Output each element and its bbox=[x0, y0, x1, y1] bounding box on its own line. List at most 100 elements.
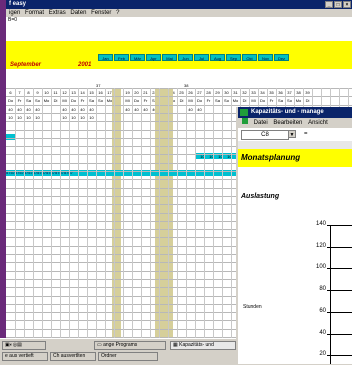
grid-line bbox=[87, 88, 88, 338]
y-tick-line bbox=[327, 225, 352, 226]
grid-line bbox=[42, 88, 43, 338]
menu-item-data[interactable]: Daten bbox=[70, 10, 86, 16]
y-tick-line bbox=[327, 355, 352, 357]
taskbar-item-1[interactable]: e aus vertieft bbox=[2, 352, 48, 361]
month-button-jun[interactable]: Jun bbox=[178, 54, 193, 61]
weekday-cell: Mi bbox=[62, 98, 67, 103]
y-tick-line bbox=[327, 333, 352, 335]
value-cell: 10 bbox=[62, 115, 67, 120]
month-button-feb[interactable]: Feb bbox=[114, 54, 129, 61]
month-button-aug[interactable]: Aug bbox=[210, 54, 225, 61]
menu-item-file[interactable]: Datei bbox=[254, 120, 268, 126]
grid-line bbox=[186, 88, 187, 338]
day-number-cell: 35 bbox=[269, 90, 274, 95]
month-button-nov[interactable]: Nov bbox=[258, 54, 273, 61]
day-number-cell: 16 bbox=[98, 90, 103, 95]
grid-line bbox=[168, 88, 169, 338]
chart-menubar: Datei Bearbeiten Ansicht bbox=[238, 118, 352, 128]
planner-titlebar[interactable]: f easy _ □ × bbox=[6, 0, 352, 9]
month-button-sep[interactable]: Sep bbox=[226, 54, 241, 61]
menu-item-window[interactable]: Fenster bbox=[91, 10, 111, 16]
month-button-jan[interactable]: Jan bbox=[98, 54, 113, 61]
menu-item-extras[interactable]: Extras bbox=[49, 10, 66, 16]
excel-icon: ▦ bbox=[173, 342, 178, 348]
day-number-cell: 39 bbox=[305, 90, 310, 95]
weekday-cell: Mo bbox=[232, 98, 239, 103]
month-button-apr[interactable]: Apr bbox=[146, 54, 161, 61]
taskbar-item-3[interactable]: Ordner bbox=[98, 352, 158, 361]
y-tick-label: 60 bbox=[319, 307, 326, 314]
folder-icon: ▭ bbox=[97, 342, 102, 348]
day-number-cell: 32 bbox=[242, 90, 247, 95]
weekday-cell: So bbox=[287, 98, 292, 103]
value-cell: 10 bbox=[26, 115, 31, 120]
day-number-cell: 25 bbox=[179, 90, 184, 95]
grid-line bbox=[69, 88, 70, 338]
taskbar-item-label: e aus vertieft bbox=[5, 353, 34, 359]
grid-line bbox=[177, 88, 178, 338]
year-label: 2001 bbox=[78, 62, 92, 68]
grid-line bbox=[33, 88, 34, 338]
quick-launch[interactable]: ▣◐◎▤ bbox=[2, 341, 46, 350]
excel-icon bbox=[242, 118, 248, 124]
y-tick-label: 100 bbox=[315, 264, 326, 271]
day-number-cell: 14 bbox=[80, 90, 85, 95]
weekday-cell: Di bbox=[53, 98, 58, 103]
planner-title: f easy bbox=[9, 1, 27, 7]
menu-item-edit[interactable]: igen bbox=[9, 10, 20, 16]
formula-equals: = bbox=[304, 131, 308, 137]
month-button-okt[interactable]: Okt bbox=[242, 54, 257, 61]
taskbar-item-label: Ordner bbox=[101, 353, 117, 359]
grid-line bbox=[96, 88, 97, 338]
chart-titlebar[interactable]: Kapazitäts- und - manage bbox=[238, 107, 352, 118]
menu-item-format[interactable]: Format bbox=[25, 10, 44, 16]
menu-item-help[interactable]: ? bbox=[116, 10, 119, 16]
taskbar-item-label: Ch ausvertlten bbox=[53, 353, 86, 359]
weekday-cell: Di bbox=[242, 98, 247, 103]
excel-icon bbox=[240, 109, 248, 116]
weekday-cell: Di bbox=[179, 98, 184, 103]
weekday-cell: So bbox=[98, 98, 103, 103]
day-number-cell: 19 bbox=[125, 90, 130, 95]
weekday-cell: Sa bbox=[89, 98, 94, 103]
weekday-cell: So bbox=[35, 98, 40, 103]
grid-line bbox=[150, 88, 151, 338]
menu-item-edit[interactable]: Bearbeiten bbox=[273, 120, 302, 126]
weekday-cell: Mo bbox=[43, 98, 50, 103]
value-cell bbox=[51, 115, 60, 121]
weekday-cell: Mi bbox=[188, 98, 193, 103]
taskbar-item-active[interactable]: ▦ Kapazitäts- und bbox=[170, 341, 236, 350]
weekday-cell: Sa bbox=[26, 98, 31, 103]
close-button[interactable]: × bbox=[343, 1, 351, 8]
taskbar-item-2[interactable]: Ch ausvertlten bbox=[50, 352, 96, 361]
grid-line bbox=[213, 88, 214, 338]
month-button-mär[interactable]: Mär bbox=[130, 54, 145, 61]
taskbar-item-programs[interactable]: ▭ ange Programs bbox=[94, 341, 166, 350]
weekday-cell: Mi bbox=[251, 98, 256, 103]
weekday-cell: Fr bbox=[80, 98, 85, 103]
weekday-cell: Sa bbox=[215, 98, 220, 103]
value-cell: 10 bbox=[89, 115, 94, 120]
planner-menubar: igen Format Extras Daten Fenster ? bbox=[6, 9, 352, 17]
day-number-cell: 15 bbox=[89, 90, 94, 95]
month-button-mai[interactable]: Mai bbox=[162, 54, 177, 61]
grid-line bbox=[114, 88, 115, 338]
weekday-cell: So bbox=[224, 98, 229, 103]
month-button-dez[interactable]: Dez bbox=[274, 54, 289, 61]
maximize-button[interactable]: □ bbox=[334, 1, 342, 8]
value-cell: 10 bbox=[17, 115, 22, 120]
minimize-button[interactable]: _ bbox=[325, 1, 333, 8]
y-tick-label: 20 bbox=[319, 351, 326, 358]
month-button-jul[interactable]: Jul bbox=[194, 54, 209, 61]
grid-line bbox=[195, 88, 196, 338]
menu-item-view[interactable]: Ansicht bbox=[308, 120, 328, 126]
chevron-down-icon[interactable]: ▼ bbox=[288, 130, 296, 138]
y-tick-line bbox=[327, 290, 352, 292]
grid-line bbox=[15, 88, 16, 338]
weekday-cell: Do bbox=[70, 98, 77, 103]
day-number-cell: 20 bbox=[134, 90, 139, 95]
y-tick-line bbox=[327, 246, 352, 248]
day-number-cell: 36 bbox=[278, 90, 283, 95]
weekday-cell: Do bbox=[196, 98, 203, 103]
name-box[interactable]: C8 bbox=[241, 130, 289, 140]
